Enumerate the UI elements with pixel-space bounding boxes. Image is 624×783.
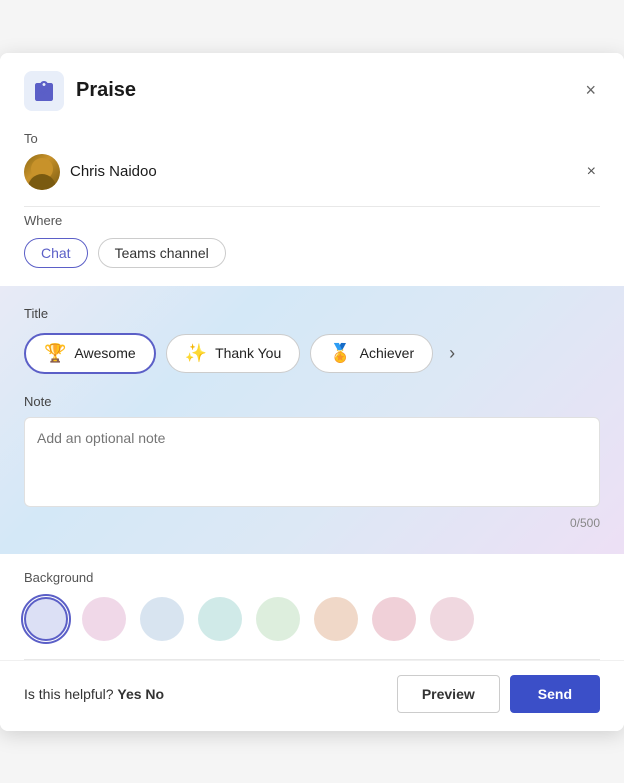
char-count: 0/500 — [24, 516, 600, 530]
helpful-text: Is this helpful? Yes No — [24, 686, 164, 702]
awesome-icon: 🏆 — [44, 343, 66, 364]
chevron-right-icon: › — [449, 343, 455, 364]
background-circles — [24, 597, 600, 641]
title-achiever-button[interactable]: 🏅 Achiever — [310, 334, 433, 373]
note-textarea[interactable] — [24, 417, 600, 507]
title-thankyou-button[interactable]: ✨ Thank You — [166, 334, 301, 373]
thankyou-icon: ✨ — [185, 343, 207, 364]
bg-circle-light-blue[interactable] — [140, 597, 184, 641]
helpful-no[interactable]: No — [145, 686, 164, 702]
where-section: Where Chat Teams channel — [0, 207, 624, 286]
title-label: Title — [24, 306, 600, 321]
awesome-label: Awesome — [74, 345, 135, 361]
footer-buttons: Preview Send — [397, 675, 600, 713]
title-buttons: 🏆 Awesome ✨ Thank You 🏅 Achiever › — [24, 333, 600, 374]
praise-modal: Praise × To Chris Naidoo × Whe — [0, 53, 624, 731]
close-button[interactable]: × — [581, 76, 600, 105]
to-label: To — [24, 131, 600, 146]
footer: Is this helpful? Yes No Preview Send — [0, 660, 624, 731]
bg-circle-light-green[interactable] — [256, 597, 300, 641]
title-awesome-button[interactable]: 🏆 Awesome — [24, 333, 156, 374]
preview-button[interactable]: Preview — [397, 675, 500, 713]
to-section: To Chris Naidoo × — [0, 125, 624, 206]
where-label: Where — [24, 213, 600, 228]
remove-recipient-button[interactable]: × — [583, 159, 600, 185]
avatar — [24, 154, 60, 190]
bg-circle-rose[interactable] — [430, 597, 474, 641]
bg-circle-peach[interactable] — [314, 597, 358, 641]
helpful-question: Is this helpful? — [24, 686, 114, 702]
modal-title: Praise — [76, 79, 136, 102]
where-buttons: Chat Teams channel — [24, 238, 600, 268]
avatar-image — [24, 154, 60, 190]
avatar-body — [28, 174, 56, 190]
achiever-label: Achiever — [360, 345, 414, 361]
where-chat-button[interactable]: Chat — [24, 238, 88, 268]
recipient-info: Chris Naidoo — [24, 154, 157, 190]
background-section: Background — [0, 554, 624, 659]
where-teams-button[interactable]: Teams channel — [98, 238, 226, 268]
bg-circle-lavender[interactable] — [24, 597, 68, 641]
bg-circle-mint[interactable] — [198, 597, 242, 641]
send-button[interactable]: Send — [510, 675, 600, 713]
recipient-row: Chris Naidoo × — [24, 154, 600, 190]
achiever-icon: 🏅 — [329, 343, 351, 364]
header-left: Praise — [24, 71, 136, 111]
title-more-button[interactable]: › — [443, 337, 461, 370]
praise-icon — [24, 71, 64, 111]
thankyou-label: Thank You — [215, 345, 281, 361]
bg-circle-blush[interactable] — [372, 597, 416, 641]
recipient-name: Chris Naidoo — [70, 163, 157, 180]
background-label: Background — [24, 570, 600, 585]
helpful-yes[interactable]: Yes — [117, 686, 141, 702]
note-label: Note — [24, 394, 600, 409]
gradient-section: Title 🏆 Awesome ✨ Thank You 🏅 Achiever ›… — [0, 286, 624, 554]
bg-circle-pink[interactable] — [82, 597, 126, 641]
close-icon: × — [585, 80, 596, 101]
modal-header: Praise × — [0, 53, 624, 125]
